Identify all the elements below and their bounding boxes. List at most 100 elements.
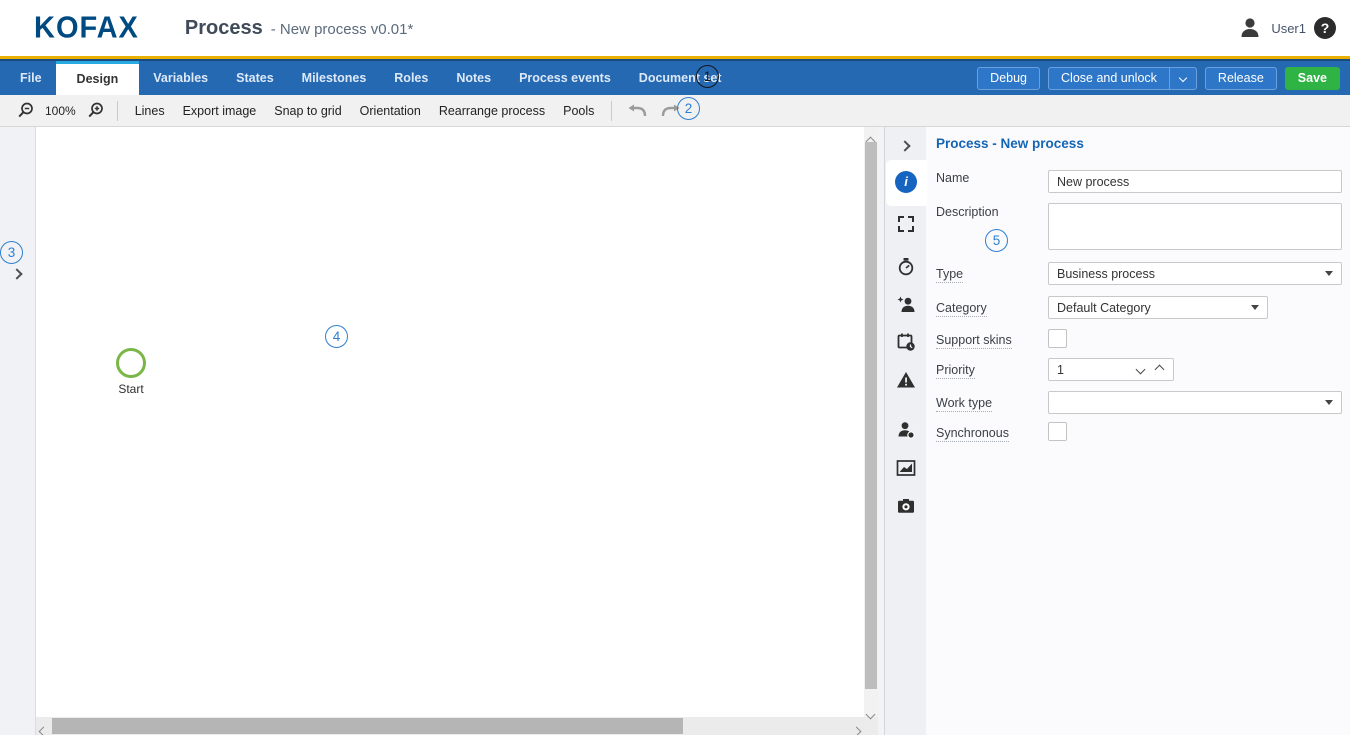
description-textarea[interactable]	[1048, 203, 1342, 250]
roles-tab-icon[interactable]	[885, 295, 927, 320]
tab-file[interactable]: File	[6, 61, 56, 95]
type-select-value: Business process	[1057, 267, 1155, 281]
user-area: User1 ?	[1237, 15, 1336, 41]
debug-button[interactable]: Debug	[977, 67, 1040, 90]
tab-states[interactable]: States	[222, 61, 288, 95]
chevron-right-icon	[852, 727, 862, 735]
selection-frame-icon	[898, 216, 914, 232]
help-icon[interactable]: ?	[1314, 17, 1336, 39]
properties-panel: i	[884, 127, 1350, 735]
snap-to-grid-button[interactable]: Snap to grid	[265, 104, 350, 118]
toolbar-separator	[117, 101, 118, 121]
zoom-in-icon[interactable]	[82, 102, 109, 119]
release-button[interactable]: Release	[1205, 67, 1277, 90]
description-label: Description	[936, 205, 1044, 219]
user-icon[interactable]	[1237, 15, 1263, 41]
capture-tab-icon[interactable]	[885, 496, 927, 521]
lines-button[interactable]: Lines	[126, 104, 174, 118]
type-label: Type	[936, 267, 1044, 281]
horizontal-scrollbar[interactable]	[36, 717, 864, 735]
category-select[interactable]: Default Category	[1048, 296, 1268, 319]
export-image-button[interactable]: Export image	[174, 104, 266, 118]
tab-process-events[interactable]: Process events	[505, 61, 625, 95]
category-label: Category	[936, 301, 1044, 315]
camera-gear-icon	[896, 496, 916, 516]
canvas-area: Start	[36, 127, 884, 735]
zoom-level: 100%	[39, 104, 82, 118]
horizontal-scrollbar-thumb[interactable]	[52, 718, 683, 734]
annotation-marker-1: 1	[696, 65, 719, 88]
menu-actions: Debug Close and unlock Release Save	[977, 61, 1350, 95]
priority-spinner[interactable]: 1	[1048, 358, 1174, 381]
stopwatch-icon	[896, 257, 916, 277]
process-design-canvas[interactable]: Start	[36, 127, 864, 717]
info-tab-icon[interactable]: i	[885, 171, 927, 193]
person-star-icon	[896, 295, 916, 315]
timer-tab-icon[interactable]	[885, 257, 927, 282]
save-button[interactable]: Save	[1285, 67, 1340, 90]
start-node[interactable]	[116, 348, 146, 378]
undo-icon[interactable]	[620, 104, 654, 118]
support-skins-checkbox[interactable]	[1048, 329, 1067, 348]
caret-down-icon	[1325, 400, 1333, 405]
support-skins-label: Support skins	[936, 333, 1044, 347]
type-select[interactable]: Business process	[1048, 262, 1342, 285]
chevron-right-icon	[11, 268, 22, 279]
chevron-down-icon	[1179, 74, 1187, 82]
close-and-unlock-label[interactable]: Close and unlock	[1049, 68, 1169, 89]
collapse-properties-button[interactable]	[901, 137, 909, 155]
work-type-label: Work type	[936, 396, 1044, 410]
tab-roles[interactable]: Roles	[380, 61, 442, 95]
tab-design[interactable]: Design	[56, 61, 140, 95]
priority-label: Priority	[936, 363, 1044, 377]
work-schedule-tab-icon[interactable]	[885, 332, 927, 357]
annotation-marker-3: 3	[0, 241, 23, 264]
scroll-down-arrow[interactable]	[867, 705, 874, 723]
app-header: KOFAX Process - New process v0.01* User1…	[0, 0, 1350, 56]
exceptions-tab-icon[interactable]	[885, 370, 927, 395]
synchronous-checkbox[interactable]	[1048, 422, 1067, 441]
rearrange-process-button[interactable]: Rearrange process	[430, 104, 554, 118]
zoom-out-icon[interactable]	[12, 102, 39, 119]
priority-value: 1	[1049, 363, 1137, 377]
toolbar-separator	[611, 101, 612, 121]
synchronous-label: Synchronous	[936, 426, 1044, 440]
resources-tab-icon[interactable]	[885, 420, 927, 445]
category-select-value: Default Category	[1057, 301, 1151, 315]
work-type-select[interactable]	[1048, 391, 1342, 414]
name-input[interactable]	[1048, 170, 1342, 193]
expand-left-panel-button[interactable]	[13, 265, 21, 283]
properties-rail: i	[884, 127, 926, 735]
chevron-right-icon	[899, 140, 910, 151]
page-title: Process	[185, 17, 263, 40]
pools-button[interactable]: Pools	[554, 104, 603, 118]
decrement-icon[interactable]	[1136, 365, 1146, 375]
start-node-label: Start	[96, 382, 166, 396]
orientation-button[interactable]: Orientation	[351, 104, 430, 118]
name-label: Name	[936, 171, 1044, 185]
vertical-scrollbar[interactable]	[864, 127, 878, 717]
scroll-left-arrow[interactable]	[40, 722, 47, 735]
panel-title: Process - New process	[936, 136, 1084, 151]
chevron-left-icon	[39, 727, 49, 735]
tab-variables[interactable]: Variables	[139, 61, 222, 95]
user-name[interactable]: User1	[1271, 21, 1306, 36]
tab-milestones[interactable]: Milestones	[288, 61, 381, 95]
person-dot-icon	[896, 420, 916, 440]
tab-notes[interactable]: Notes	[442, 61, 505, 95]
warning-triangle-icon	[896, 370, 916, 390]
extended-properties-tab-icon[interactable]	[885, 216, 927, 237]
close-and-unlock-button: Close and unlock	[1048, 67, 1197, 90]
title-area: Process - New process v0.01*	[185, 17, 413, 40]
caret-down-icon	[1251, 305, 1259, 310]
design-toolbar: 100% Lines Export image Snap to grid Ori…	[0, 95, 1350, 127]
reporting-tab-icon[interactable]	[885, 458, 927, 483]
close-and-unlock-dropdown[interactable]	[1170, 68, 1196, 89]
left-panel-collapsed	[0, 127, 36, 735]
vertical-scrollbar-thumb[interactable]	[865, 142, 877, 689]
increment-icon[interactable]	[1155, 365, 1165, 375]
annotation-marker-5: 5	[985, 229, 1008, 252]
menu-tabs: File Design Variables States Milestones …	[0, 61, 735, 95]
info-icon: i	[895, 171, 917, 193]
scroll-right-arrow[interactable]	[853, 722, 860, 735]
